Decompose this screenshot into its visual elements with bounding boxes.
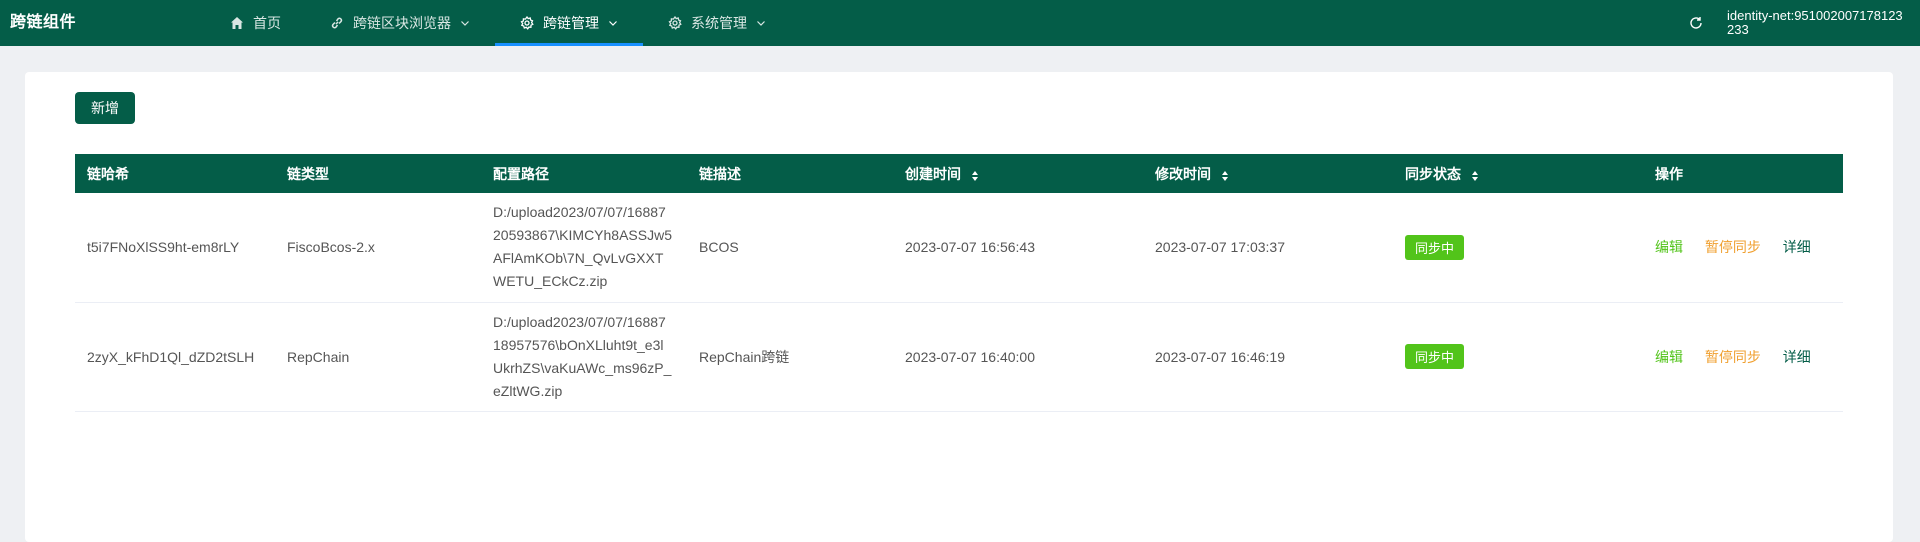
column-header-desc: 链描述 (699, 165, 741, 182)
cell-actions: 编辑 暂停同步 详细 (1643, 193, 1843, 302)
column-header-type: 链类型 (287, 165, 329, 182)
add-button[interactable]: 新增 (75, 92, 135, 124)
nav-item-label: 跨链区块浏览器 (353, 15, 451, 31)
nav-item-cross-chain-management[interactable]: 跨链管理 (495, 0, 643, 46)
pause-sync-link[interactable]: 暂停同步 (1705, 349, 1761, 365)
column-header-actions: 操作 (1655, 165, 1683, 182)
sort-icon[interactable] (1471, 169, 1479, 181)
column-header-label: 创建时间 (905, 165, 961, 182)
chevron-down-icon (607, 17, 619, 29)
gear-icon (519, 15, 535, 31)
app-brand: 跨链组件 (10, 14, 77, 31)
user-identity: identity-net:95100200717812323​3 (1727, 8, 1903, 37)
table-row: 2zyX_kFhD1Ql_dZD2tSLH RepChain D:/upload… (75, 302, 1843, 411)
sort-icon[interactable] (1221, 169, 1229, 181)
nav-item-label: 系统管理 (691, 15, 747, 31)
status-badge: 同步中 (1405, 344, 1465, 369)
column-header-label: 修改时间 (1155, 165, 1211, 182)
cell-path: D:/upload2023/07/07/1688720593867\KIMCYh… (493, 204, 672, 290)
nav-item-home[interactable]: 首页 (205, 0, 305, 46)
cell-hash: 2zyX_kFhD1Ql_dZD2tSLH (87, 348, 255, 365)
cell-created: 2023-07-07 16:56:43 (905, 239, 1035, 256)
sort-icon[interactable] (971, 169, 979, 181)
column-header-created[interactable]: 创建时间 (893, 154, 1143, 193)
cell-created: 2023-07-07 16:40:00 (905, 348, 1035, 365)
detail-link[interactable]: 详细 (1783, 239, 1811, 255)
main-card: 新增 链哈希 链类型 配置路径 链描述 创建时间 修改时间 同步状态 操作 t5… (25, 72, 1893, 542)
chevron-down-icon (755, 17, 767, 29)
cell-desc: BCOS (699, 239, 739, 256)
cell-modified: 2023-07-07 16:46:19 (1155, 348, 1285, 365)
column-header-modified[interactable]: 修改时间 (1143, 154, 1393, 193)
column-header-hash: 链哈希 (87, 165, 129, 182)
cell-type: FiscoBcos-2.x (287, 239, 375, 256)
edit-link[interactable]: 编辑 (1655, 239, 1683, 255)
nav-item-cross-chain-explorer[interactable]: 跨链区块浏览器 (305, 0, 495, 46)
column-header-path: 配置路径 (493, 165, 549, 182)
chevron-down-icon (459, 17, 471, 29)
cell-desc: RepChain跨链 (699, 348, 790, 365)
detail-link[interactable]: 详细 (1783, 349, 1811, 365)
home-icon (229, 15, 245, 31)
column-header-status[interactable]: 同步状态 (1393, 154, 1643, 193)
cell-hash: t5i7FNoXlSS9ht-em8rLY (87, 239, 240, 256)
cell-path: D:/upload2023/07/07/1688718957576\bOnXLl… (493, 313, 672, 399)
cell-status: 同步中 (1393, 193, 1643, 302)
status-badge: 同步中 (1405, 234, 1465, 260)
cell-status: 同步中 (1393, 302, 1643, 411)
pause-sync-link[interactable]: 暂停同步 (1705, 239, 1761, 255)
nav-item-label: 跨链管理 (543, 15, 599, 31)
top-navbar: 跨链组件 首页 跨链区块浏览器 跨链管理 系统管理 identity-net:9… (0, 0, 1920, 46)
refresh-icon[interactable] (1688, 15, 1704, 31)
cell-type: RepChain (287, 348, 350, 365)
chain-table: 链哈希 链类型 配置路径 链描述 创建时间 修改时间 同步状态 操作 t5i7F… (75, 154, 1843, 412)
cell-modified: 2023-07-07 17:03:37 (1155, 239, 1285, 256)
cell-actions: 编辑 暂停同步 详细 (1643, 302, 1843, 411)
edit-link[interactable]: 编辑 (1655, 349, 1683, 365)
main-nav: 首页 跨链区块浏览器 跨链管理 系统管理 (205, 0, 791, 46)
nav-item-label: 首页 (253, 15, 281, 31)
link-icon (329, 15, 345, 31)
gear-icon (667, 15, 683, 31)
table-row: t5i7FNoXlSS9ht-em8rLY FiscoBcos-2.x D:/u… (75, 193, 1843, 302)
nav-item-system-management[interactable]: 系统管理 (643, 0, 791, 46)
column-header-label: 同步状态 (1405, 165, 1461, 182)
table-header-row: 链哈希 链类型 配置路径 链描述 创建时间 修改时间 同步状态 操作 (75, 154, 1843, 193)
